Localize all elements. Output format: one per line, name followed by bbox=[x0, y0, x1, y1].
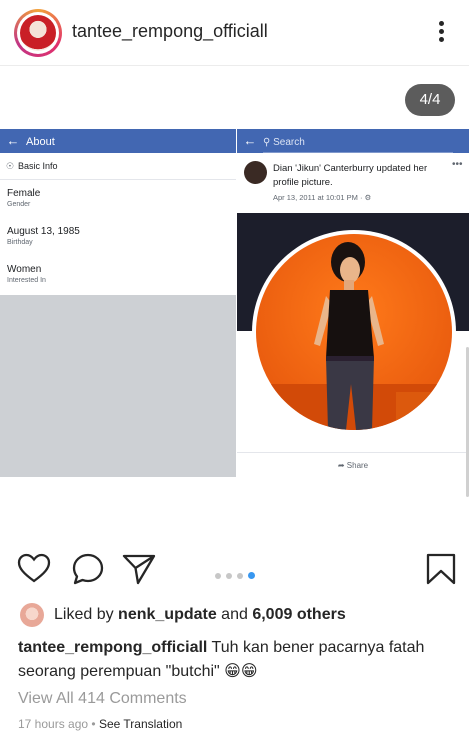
fb-about-screenshot: ← About ☉ Basic Info Female Gender August … bbox=[0, 129, 236, 477]
fb-more-icon: ••• bbox=[452, 159, 463, 170]
info-item: Women Interested In bbox=[7, 264, 46, 284]
fb-about-title: About bbox=[26, 136, 55, 148]
profile-picture-frame bbox=[252, 230, 456, 434]
view-all-comments-link[interactable]: View All 414 Comments bbox=[18, 690, 187, 708]
profile-avatar[interactable] bbox=[14, 9, 62, 57]
caption-username[interactable]: tantee_rempong_officiall bbox=[18, 639, 207, 656]
basic-info-heading: ☉ Basic Info bbox=[0, 153, 236, 180]
info-item: Female Gender bbox=[7, 188, 41, 208]
carousel-dots bbox=[215, 566, 260, 579]
avatar-image bbox=[20, 15, 56, 51]
post-timestamp: 17 hours ago bbox=[18, 717, 89, 731]
back-arrow-icon: ← bbox=[6, 133, 20, 148]
fb-post-time: Apr 13, 2011 at 10:01 PM · ⚙ bbox=[273, 193, 372, 202]
post-meta: 17 hours ago • See Translation bbox=[18, 717, 183, 731]
save-bookmark-icon[interactable] bbox=[424, 552, 458, 586]
carousel-dot-active bbox=[248, 572, 255, 579]
likes-count[interactable]: 6,009 others bbox=[252, 606, 345, 623]
fb-post-header: Dian 'Jikun' Canterburry updated her pro… bbox=[237, 153, 469, 212]
post-caption: tantee_rempong_officiall Tuh kan bener p… bbox=[18, 636, 458, 684]
liker-username[interactable]: nenk_update bbox=[118, 606, 217, 623]
post-media[interactable]: 4/4 ← About ☉ Basic Info Female Gender Aug… bbox=[0, 67, 469, 537]
fb-search-bar: ← ⚲ Search bbox=[237, 129, 469, 153]
carousel-dot bbox=[215, 573, 221, 579]
info-item: August 13, 1985 Birthday bbox=[7, 226, 80, 246]
back-arrow-icon: ← bbox=[243, 133, 257, 148]
fb-profile-picture-area bbox=[237, 213, 469, 450]
like-heart-icon[interactable] bbox=[17, 552, 51, 586]
post-actions bbox=[0, 552, 469, 588]
fb-post-avatar bbox=[244, 161, 267, 184]
share-icon: ➦ bbox=[337, 461, 345, 470]
profile-photo bbox=[256, 234, 452, 430]
fb-post-text: Dian 'Jikun' Canterburry updated her pro… bbox=[273, 163, 428, 188]
person-icon: ☉ bbox=[6, 161, 15, 171]
liker-avatar bbox=[20, 602, 44, 627]
post-header: tantee_rempong_officiall bbox=[0, 0, 469, 66]
globe-icon: ⚙ bbox=[364, 193, 372, 202]
fb-share-button: ➦ Share bbox=[237, 452, 469, 477]
see-translation-link[interactable]: See Translation bbox=[99, 717, 182, 731]
search-icon: ⚲ bbox=[263, 137, 271, 148]
likes-line[interactable]: Liked by nenk_update and 6,009 others bbox=[20, 602, 346, 628]
fb-post-screenshot: ← ⚲ Search Dian 'Jikun' Canterburry updat… bbox=[237, 129, 469, 477]
fb-about-bar: ← About bbox=[0, 129, 236, 153]
comment-bubble-icon[interactable] bbox=[71, 552, 105, 586]
person-figure bbox=[256, 242, 452, 430]
carousel-counter: 4/4 bbox=[405, 84, 455, 116]
send-paper-plane-icon[interactable] bbox=[122, 552, 156, 586]
fb-search-box: ⚲ Search bbox=[263, 134, 453, 153]
more-vertical-icon[interactable] bbox=[436, 21, 446, 45]
carousel-dot bbox=[237, 573, 243, 579]
empty-area bbox=[0, 295, 236, 477]
post-username[interactable]: tantee_rempong_officiall bbox=[72, 21, 268, 42]
carousel-dot bbox=[226, 573, 232, 579]
